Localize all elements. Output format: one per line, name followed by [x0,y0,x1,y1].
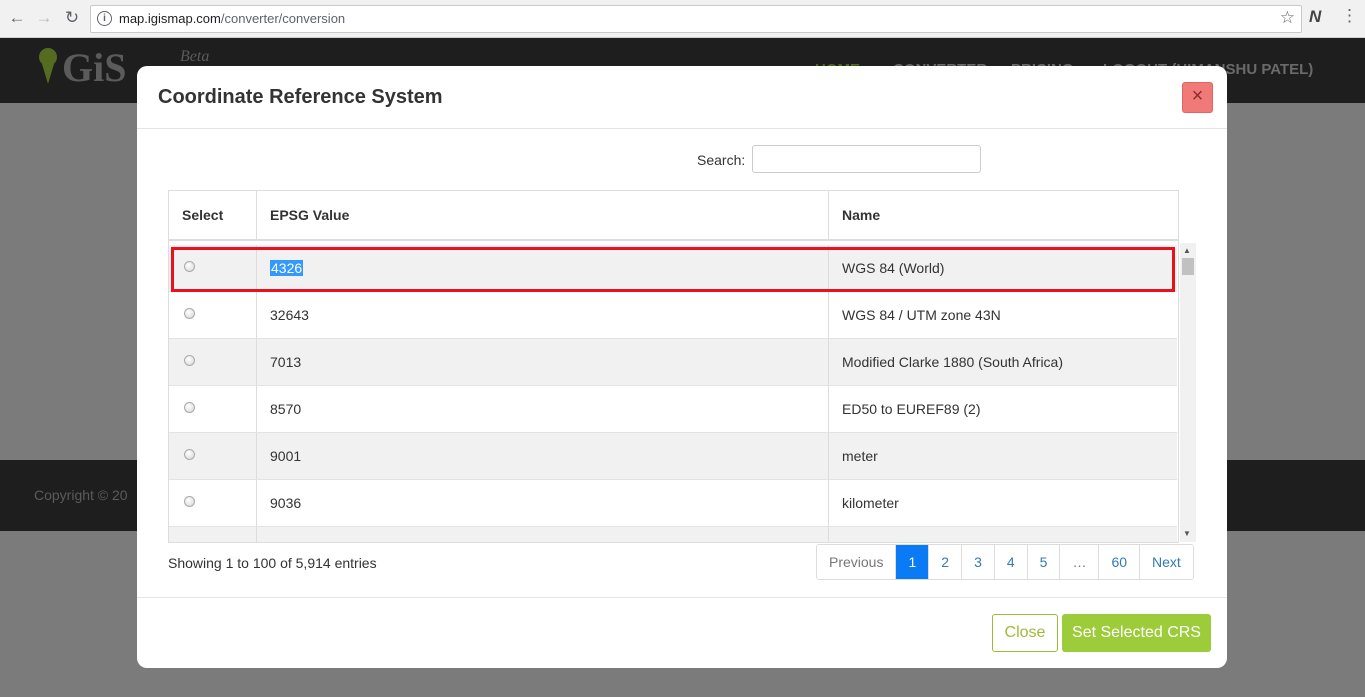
forward-icon[interactable]: → [34,8,54,28]
footer-divider [137,597,1227,598]
row-radio[interactable] [184,261,195,272]
select-cell [169,292,257,338]
back-icon[interactable]: ← [7,8,27,28]
name-cell: WGS 84 (World) [842,260,945,276]
table-row[interactable]: 9001 meter [169,433,1177,480]
table-body: 4326 WGS 84 (World) 32643 WGS 84 / UTM z… [169,245,1178,542]
column-header-name[interactable]: Name [829,191,1178,239]
select-cell [169,527,257,542]
info-icon[interactable]: i [97,11,112,26]
search-label: Search: [697,152,746,168]
table-row[interactable]: 7013 Modified Clarke 1880 (South Africa) [169,339,1177,386]
extension-icon[interactable]: N [1309,7,1321,27]
row-radio[interactable] [184,402,195,413]
row-radio[interactable] [184,308,195,319]
pagination-page-2[interactable]: 2 [929,545,963,579]
beta-label: Beta [180,48,210,65]
copyright-text: Copyright © 20 [34,487,128,503]
browser-menu-icon[interactable]: ⋮ [1341,6,1358,26]
pagination-page-4[interactable]: 4 [994,545,1028,579]
epsg-cell: 4326 [257,245,829,291]
table-scrollbar[interactable] [1180,243,1196,542]
modal-title: Coordinate Reference System [158,86,443,108]
igismap-logo: GiS [38,44,126,91]
column-header-epsg[interactable]: EPSG Value [257,191,829,239]
scroll-down-arrow-icon[interactable]: ▼ [1183,529,1191,538]
row-radio[interactable] [184,496,195,507]
set-selected-crs-button[interactable]: Set Selected CRS [1062,614,1211,652]
pagination-page-1[interactable]: 1 [896,545,930,579]
url-text: map.igismap.com/converter/conversion [119,11,345,26]
url-path: /converter/conversion [220,11,346,26]
name-cell: meter [842,448,878,464]
table-row[interactable]: 9036 kilometer [169,480,1177,527]
address-bar[interactable]: i map.igismap.com/converter/conversion ☆ [90,5,1302,33]
table-row-partial[interactable] [169,527,1177,542]
pagination-ellipsis: … [1060,545,1100,579]
row-radio[interactable] [184,355,195,366]
header-divider [137,128,1227,129]
select-cell [169,386,257,432]
url-host: map.igismap.com [119,11,221,26]
logo-text: GiS [62,45,127,90]
name-cell: WGS 84 / UTM zone 43N [842,307,1001,323]
name-cell: Modified Clarke 1880 (South Africa) [842,354,1063,370]
table-header: Select EPSG Value Name [169,191,1178,241]
epsg-cell: 7013 [257,339,829,385]
bookmark-star-icon[interactable]: ☆ [1280,8,1295,28]
map-pin-icon [38,44,60,84]
name-cell: kilometer [842,495,899,511]
select-cell [169,480,257,526]
name-cell: ED50 to EUREF89 (2) [842,401,981,417]
reload-icon[interactable]: ↻ [62,8,82,28]
row-radio[interactable] [184,449,195,460]
table-row[interactable]: 32643 WGS 84 / UTM zone 43N [169,292,1177,339]
table-row[interactable]: 4326 WGS 84 (World) [169,245,1177,292]
search-input[interactable] [752,145,981,173]
column-header-select[interactable]: Select [169,191,257,239]
epsg-value: 4326 [270,260,304,276]
pagination-next[interactable]: Next [1140,545,1193,579]
epsg-cell: 8570 [257,386,829,432]
pagination: Previous 1 2 3 4 5 … 60 Next [816,544,1194,580]
epsg-cell: 9036 [257,480,829,526]
scrollbar-thumb[interactable] [1182,258,1194,275]
select-cell [169,339,257,385]
scroll-up-arrow-icon[interactable]: ▲ [1183,246,1191,255]
pagination-page-60[interactable]: 60 [1099,545,1141,579]
crs-modal: Coordinate Reference System × Search: Se… [137,66,1227,668]
entries-info: Showing 1 to 100 of 5,914 entries [168,555,377,571]
epsg-cell: 32643 [257,292,829,338]
pagination-page-3[interactable]: 3 [962,545,995,579]
table-row[interactable]: 8570 ED50 to EUREF89 (2) [169,386,1177,433]
browser-toolbar: ← → ↻ i map.igismap.com/converter/conver… [0,0,1365,38]
select-cell [169,433,257,479]
close-button[interactable]: Close [992,614,1058,652]
epsg-cell: 9001 [257,433,829,479]
crs-table: Select EPSG Value Name 4326 WGS 84 (Worl… [168,190,1179,543]
name-cell [829,527,1177,542]
pagination-previous[interactable]: Previous [817,545,897,579]
modal-close-icon[interactable]: × [1182,82,1213,113]
pagination-page-5[interactable]: 5 [1027,545,1061,579]
select-cell [169,245,257,291]
epsg-cell [257,527,829,542]
